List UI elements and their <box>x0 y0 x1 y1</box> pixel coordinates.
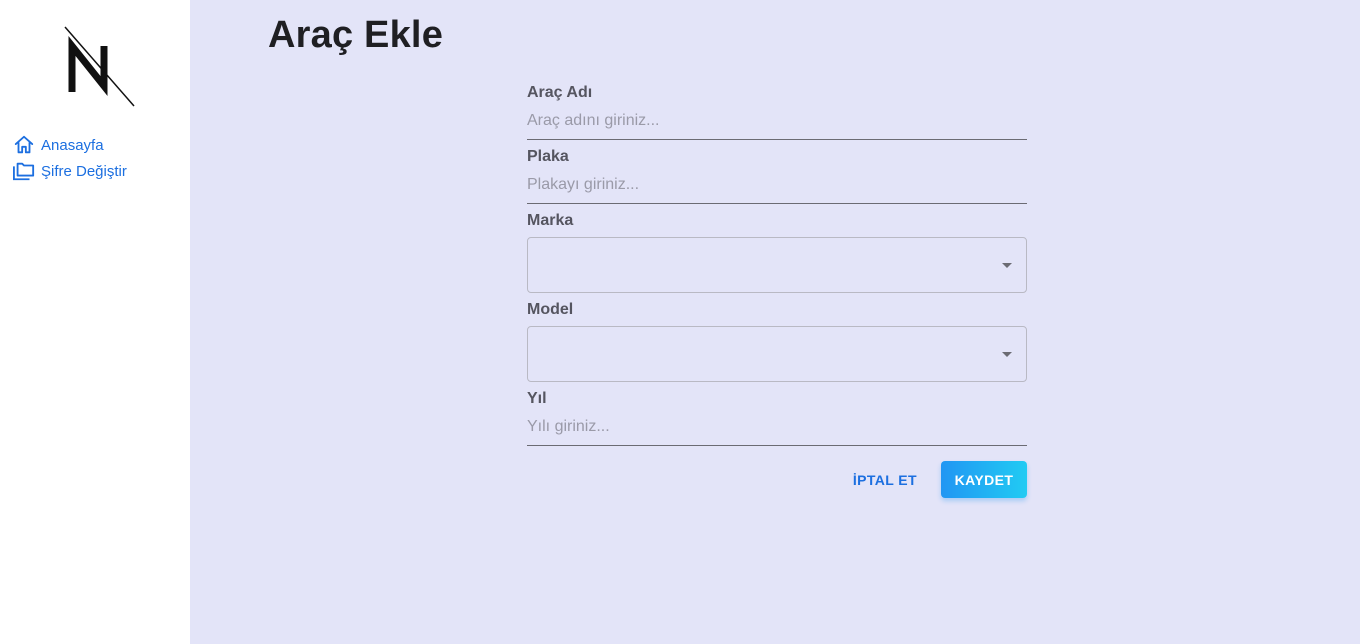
main-content: Araç Ekle Araç Adı Plaka Marka Model Yıl… <box>190 0 1360 644</box>
form-actions: İPTAL ET KAYDET <box>527 461 1027 498</box>
sidebar: Anasayfa Şifre Değiştir <box>0 0 190 644</box>
page-title: Araç Ekle <box>268 14 444 56</box>
caret-down-icon <box>1002 263 1012 268</box>
cancel-button[interactable]: İPTAL ET <box>841 464 929 496</box>
plate-input[interactable] <box>527 166 1027 204</box>
sidebar-item-sifre-degistir[interactable]: Şifre Değiştir <box>12 158 127 184</box>
sidebar-item-label: Şifre Değiştir <box>41 162 127 180</box>
brand-label: Marka <box>527 212 574 229</box>
sidebar-item-anasayfa[interactable]: Anasayfa <box>12 132 127 158</box>
n-slash-logo-icon[interactable] <box>62 24 138 110</box>
year-label: Yıl <box>527 390 547 407</box>
caret-down-icon <box>1002 352 1012 357</box>
sidebar-nav: Anasayfa Şifre Değiştir <box>12 132 127 184</box>
home-icon <box>12 133 36 157</box>
vehicle-name-label: Araç Adı <box>527 84 593 101</box>
folders-icon <box>12 159 36 183</box>
model-label: Model <box>527 301 574 318</box>
brand-select[interactable] <box>527 237 1027 293</box>
save-button[interactable]: KAYDET <box>941 461 1027 498</box>
sidebar-item-label: Anasayfa <box>41 136 104 154</box>
vehicle-name-input[interactable] <box>527 102 1027 140</box>
add-vehicle-form: Araç Adı Plaka Marka Model Yıl İPTAL ET … <box>527 84 1027 498</box>
plate-label: Plaka <box>527 148 569 165</box>
year-input[interactable] <box>527 408 1027 446</box>
model-select[interactable] <box>527 326 1027 382</box>
